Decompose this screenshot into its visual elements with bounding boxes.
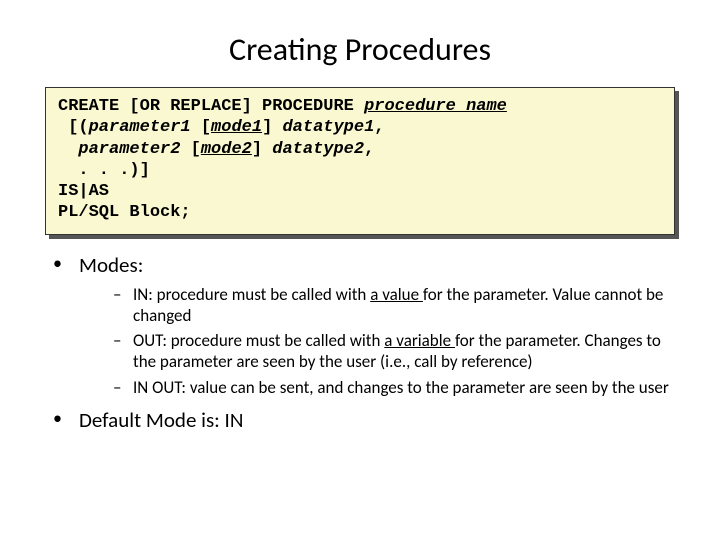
code-mode2: mode2 bbox=[201, 140, 252, 159]
code-datatype1: datatype1 bbox=[282, 118, 374, 137]
slide: Creating Procedures CREATE [OR REPLACE] … bbox=[0, 0, 720, 459]
sub-bullet-inout: – IN OUT: value can be sent, and changes… bbox=[53, 377, 675, 398]
sub-bullet-in: – IN: procedure must be called with a va… bbox=[53, 284, 675, 327]
code-procedure-name: procedure_name bbox=[364, 97, 507, 116]
code-l2g: , bbox=[374, 118, 384, 137]
sub-bullet-inout-text: IN OUT: value can be sent, and changes t… bbox=[133, 377, 669, 398]
sub-bullet-in-text: IN: procedure must be called with a valu… bbox=[133, 284, 675, 327]
mode-in-a: IN: procedure must be called with bbox=[133, 284, 370, 305]
code-mode1: mode1 bbox=[211, 118, 262, 137]
mode-out-underline: a variable bbox=[384, 330, 455, 351]
code-l2e: ] bbox=[262, 118, 282, 137]
bullet-default: • Default Mode is: IN bbox=[53, 408, 675, 433]
bullet-dot-icon: • bbox=[53, 253, 79, 278]
bullet-default-label: Default Mode is: IN bbox=[79, 408, 243, 433]
code-param2: parameter2 bbox=[78, 140, 180, 159]
syntax-code-block: CREATE [OR REPLACE] PROCEDURE procedure_… bbox=[45, 87, 675, 235]
code-param1: parameter1 bbox=[89, 118, 191, 137]
code-l2c: [ bbox=[191, 118, 211, 137]
code-datatype2: datatype2 bbox=[272, 140, 364, 159]
bullet-dot-icon: • bbox=[53, 408, 79, 433]
mode-in-underline: a value bbox=[370, 284, 423, 305]
mode-out-a: OUT: procedure must be called with bbox=[133, 330, 384, 351]
code-l3a bbox=[58, 140, 78, 159]
sub-bullet-out: – OUT: procedure must be called with a v… bbox=[53, 330, 675, 373]
dash-icon: – bbox=[113, 284, 133, 327]
code-l4: . . .)] bbox=[58, 161, 150, 180]
bullet-list: • Modes: – IN: procedure must be called … bbox=[45, 253, 675, 434]
slide-title: Creating Procedures bbox=[45, 30, 675, 69]
dash-icon: – bbox=[113, 330, 133, 373]
code-line-1a: CREATE [OR REPLACE] PROCEDURE bbox=[58, 97, 364, 116]
code-l5: IS|AS bbox=[58, 182, 109, 201]
sub-bullet-out-text: OUT: procedure must be called with a var… bbox=[133, 330, 675, 373]
code-l2a: [( bbox=[58, 118, 89, 137]
code-l6: PL/SQL Block; bbox=[58, 203, 191, 222]
bullet-modes-label: Modes: bbox=[79, 253, 143, 278]
code-l3g: , bbox=[364, 140, 374, 159]
bullet-modes: • Modes: bbox=[53, 253, 675, 278]
code-l3c: [ bbox=[180, 140, 200, 159]
code-l3e: ] bbox=[252, 140, 272, 159]
dash-icon: – bbox=[113, 377, 133, 398]
